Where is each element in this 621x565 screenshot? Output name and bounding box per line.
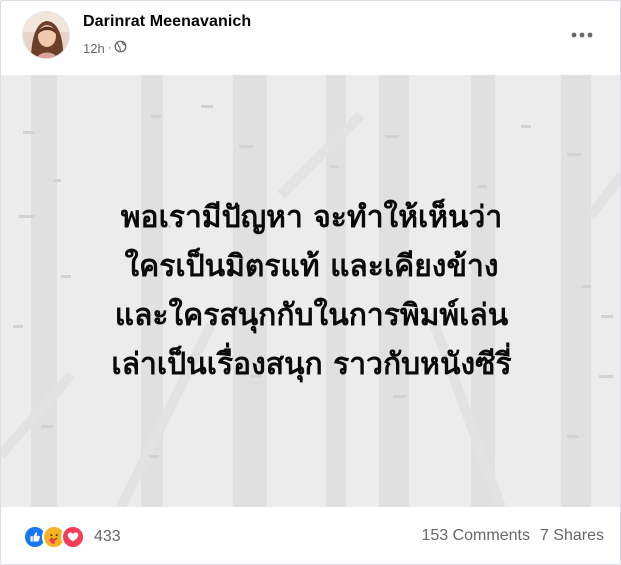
post-card: Darinrat Meenavanich 12h · พอเรามีปัญหา … — [0, 0, 621, 565]
post-text-line: พอเรามีปัญหา จะทำให้เห็นว่า — [120, 200, 503, 235]
author-name[interactable]: Darinrat Meenavanich — [83, 13, 251, 31]
love-icon — [61, 525, 85, 549]
globe-icon[interactable] — [114, 40, 127, 56]
post-meta: 12h · — [83, 40, 127, 56]
post-image[interactable]: พอเรามีปัญหา จะทำให้เห็นว่า ใครเป็นมิตรแ… — [1, 75, 620, 507]
post-footer: 433 153 Comments 7 Shares — [1, 507, 620, 564]
shares-count-link[interactable]: 7 Shares — [540, 527, 604, 545]
reactions-summary[interactable]: 433 — [23, 525, 121, 549]
separator-dot: · — [107, 42, 112, 54]
post-text-line: เล่าเป็นเรื่องสนุก ราวกับหนังซีรี่ — [111, 347, 512, 382]
post-text: พอเรามีปัญหา จะทำให้เห็นว่า ใครเป็นมิตรแ… — [1, 193, 620, 389]
more-horizontal-icon — [571, 32, 593, 38]
post-text-line: และใครสนุกกับในการพิมพ์เล่น — [114, 298, 509, 333]
post-header: Darinrat Meenavanich 12h · — [1, 1, 620, 75]
engagement-stats: 153 Comments 7 Shares — [421, 527, 604, 545]
post-text-line: ใครเป็นมิตรแท้ และเคียงข้าง — [124, 249, 499, 284]
post-time[interactable]: 12h — [83, 41, 105, 56]
author-avatar[interactable] — [22, 11, 70, 59]
reaction-count[interactable]: 433 — [94, 528, 121, 546]
comments-count-link[interactable]: 153 Comments — [421, 527, 530, 545]
more-options-button[interactable] — [568, 21, 596, 49]
